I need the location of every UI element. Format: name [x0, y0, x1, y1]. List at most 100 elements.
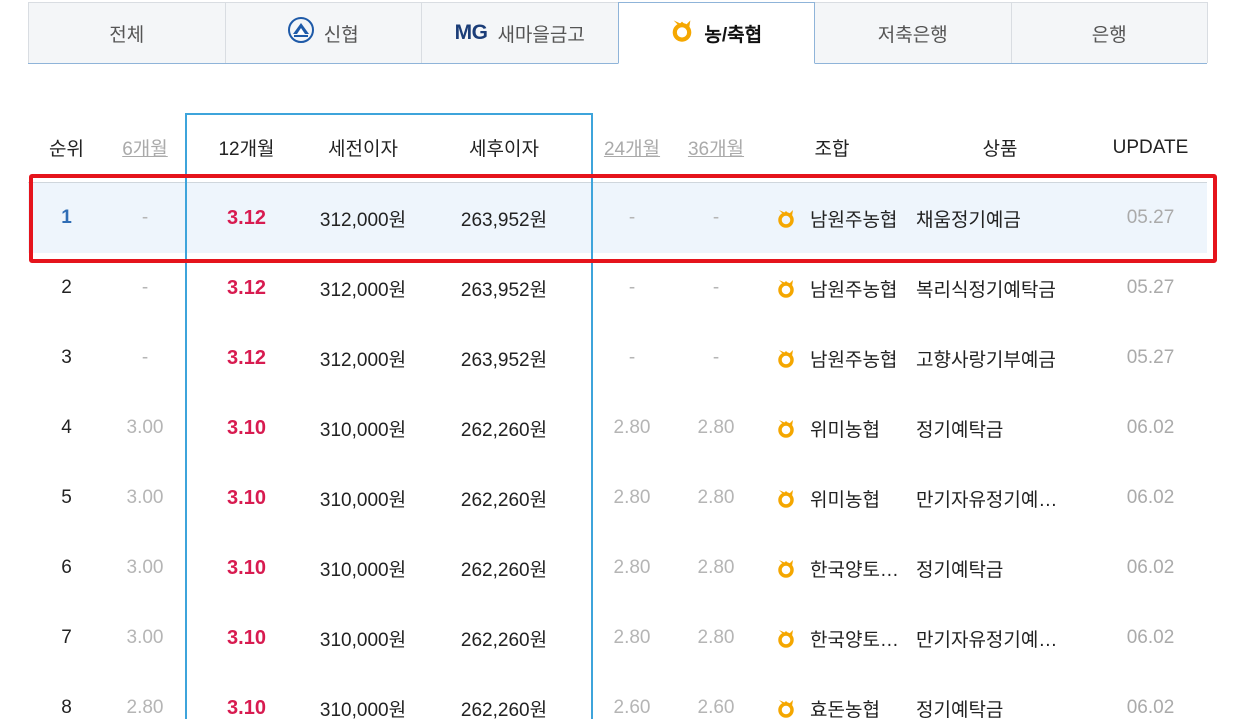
rate-24month-cell: -	[628, 207, 636, 228]
rate-24month-cell: 2.80	[613, 487, 651, 508]
rate-6month-cell: 3.00	[126, 487, 164, 508]
table-row[interactable]: 8 2.80 3.10 310,000원 262,260원 2.60 2.60 효돈농협 정기예…	[28, 673, 1207, 719]
posttax-interest-cell: 262,260원	[460, 419, 548, 441]
tab-savings-bank[interactable]: 저축은행	[814, 2, 1012, 63]
rate-36month-cell: 2.80	[697, 627, 735, 648]
rank-cell: 2	[61, 277, 72, 298]
header-rank: 순위	[49, 139, 84, 160]
update-date-cell: 06.02	[1126, 417, 1175, 438]
rate-36month-cell: 2.80	[697, 417, 735, 438]
table-row[interactable]: 5 3.00 3.10 310,000원 262,260원 2.80 2.80 위미농협 만기자…	[28, 463, 1207, 533]
update-date-cell: 06.02	[1126, 557, 1175, 578]
header-12month[interactable]: 12개월	[185, 134, 308, 161]
rate-6month-cell: -	[141, 207, 149, 228]
rank-cell: 6	[61, 557, 72, 578]
union-cell[interactable]: 한국양토양…	[758, 555, 906, 582]
header-6month[interactable]: 6개월	[105, 134, 185, 161]
pretax-interest-cell: 310,000원	[319, 559, 407, 581]
pretax-interest-cell: 312,000원	[319, 279, 407, 301]
tab-nonghyup[interactable]: 농/축협	[617, 2, 815, 64]
rate-12month-cell: 3.12	[227, 346, 266, 369]
nonghyup-logo-icon	[670, 18, 694, 48]
rate-24month-cell: -	[628, 277, 636, 298]
tab-all[interactable]: 전체	[28, 2, 226, 63]
posttax-interest-cell: 262,260원	[460, 559, 548, 581]
nonghyup-logo-icon	[776, 698, 796, 718]
tab-saemaeul[interactable]: MG 새마을금고	[421, 2, 619, 63]
table-row[interactable]: 7 3.00 3.10 310,000원 262,260원 2.80 2.80 한국양토양… 만…	[28, 603, 1207, 673]
rate-24month-cell: 2.80	[613, 627, 651, 648]
update-date-cell: 06.02	[1126, 697, 1175, 718]
institution-tabs: 전체 신협 MG 새마을금고 농/축협 저축은행 은행	[28, 2, 1208, 64]
pretax-interest-cell: 312,000원	[319, 209, 407, 231]
header-update: UPDATE	[1112, 136, 1189, 158]
rank-cell: 1	[61, 207, 72, 228]
header-product: 상품	[982, 139, 1018, 160]
rate-12month-cell: 3.10	[227, 626, 266, 649]
nonghyup-logo-icon	[776, 348, 796, 368]
union-cell[interactable]: 남원주농협	[758, 345, 906, 372]
table-row[interactable]: 3 - 3.12 312,000원 263,952원 - - 남원주농협 고향사랑기부예금 05.…	[28, 323, 1207, 393]
table-row[interactable]: 2 - 3.12 312,000원 263,952원 - - 남원주농협 복리식정기예탁금 05.…	[28, 253, 1207, 323]
union-cell[interactable]: 남원주농협	[758, 205, 906, 232]
product-cell[interactable]: 정기예탁금	[906, 415, 1094, 442]
rank-cell: 5	[61, 487, 72, 508]
product-cell[interactable]: 만기자유정기예…	[906, 625, 1094, 652]
union-cell[interactable]: 한국양토양…	[758, 625, 906, 652]
rate-12month-cell: 3.10	[227, 696, 266, 719]
posttax-interest-cell: 262,260원	[460, 699, 548, 719]
union-name: 남원주농협	[810, 209, 898, 231]
pretax-interest-cell: 310,000원	[319, 699, 407, 719]
union-cell[interactable]: 효돈농협	[758, 695, 906, 719]
table-row[interactable]: 1 - 3.12 312,000원 263,952원 - - 남원주농협 채움정기예금 05.27	[28, 183, 1207, 253]
tab-shinhyup[interactable]: 신협	[224, 2, 422, 63]
rate-36month-cell: 2.60	[697, 697, 735, 718]
rate-6month-cell: 3.00	[126, 417, 164, 438]
union-cell[interactable]: 위미농협	[758, 485, 906, 512]
tab-label: 전체	[109, 24, 145, 46]
product-cell[interactable]: 채움정기예금	[906, 205, 1094, 232]
nonghyup-logo-icon	[776, 558, 796, 578]
pretax-interest-cell: 310,000원	[319, 419, 407, 441]
rate-6month-cell: -	[141, 277, 149, 298]
tab-label: 신협	[323, 24, 359, 46]
rate-24month-cell: -	[628, 347, 636, 368]
rate-6month-cell: 3.00	[126, 557, 164, 578]
rate-ranking-table: 순위 6개월 12개월 세전이자 세후이자 24개월 36개월 조합 상품 UP…	[28, 113, 1207, 719]
nonghyup-logo-icon	[776, 418, 796, 438]
product-cell[interactable]: 정기예탁금	[906, 695, 1094, 719]
shinhyup-logo-icon	[287, 17, 314, 49]
table-row[interactable]: 4 3.00 3.10 310,000원 262,260원 2.80 2.80 위미농협 정기예…	[28, 393, 1207, 463]
header-pretax-interest: 세전이자	[328, 139, 398, 160]
union-name: 남원주농협	[810, 349, 898, 371]
rate-6month-cell: 2.80	[126, 697, 164, 718]
union-cell[interactable]: 남원주농협	[758, 275, 906, 302]
rank-cell: 4	[61, 417, 72, 438]
posttax-interest-cell: 262,260원	[460, 629, 548, 651]
tab-label: 농/축협	[704, 24, 763, 46]
product-cell[interactable]: 복리식정기예탁금	[906, 275, 1094, 302]
nonghyup-logo-icon	[776, 628, 796, 648]
table-header: 순위 6개월 12개월 세전이자 세후이자 24개월 36개월 조합 상품 UP…	[28, 113, 1207, 183]
table-row[interactable]: 6 3.00 3.10 310,000원 262,260원 2.80 2.80 한국양토양… 정…	[28, 533, 1207, 603]
product-cell[interactable]: 정기예탁금	[906, 555, 1094, 582]
nonghyup-logo-icon	[776, 208, 796, 228]
rate-24month-cell: 2.80	[613, 557, 651, 578]
union-cell[interactable]: 위미농협	[758, 415, 906, 442]
product-cell[interactable]: 만기자유정기예…	[906, 485, 1094, 512]
update-date-cell: 06.02	[1126, 627, 1175, 648]
tab-bank[interactable]: 은행	[1010, 2, 1208, 63]
rank-cell: 3	[61, 347, 72, 368]
header-36month[interactable]: 36개월	[674, 134, 758, 161]
posttax-interest-cell: 262,260원	[460, 489, 548, 511]
rate-36month-cell: -	[712, 277, 720, 298]
pretax-interest-cell: 312,000원	[319, 349, 407, 371]
union-name: 한국양토양…	[810, 629, 906, 651]
header-posttax-interest: 세후이자	[469, 139, 539, 160]
product-cell[interactable]: 고향사랑기부예금	[906, 345, 1094, 372]
header-24month[interactable]: 24개월	[590, 134, 674, 161]
rank-cell: 8	[61, 697, 72, 718]
rate-36month-cell: 2.80	[697, 557, 735, 578]
rate-6month-cell: -	[141, 347, 149, 368]
rate-12month-cell: 3.10	[227, 486, 266, 509]
